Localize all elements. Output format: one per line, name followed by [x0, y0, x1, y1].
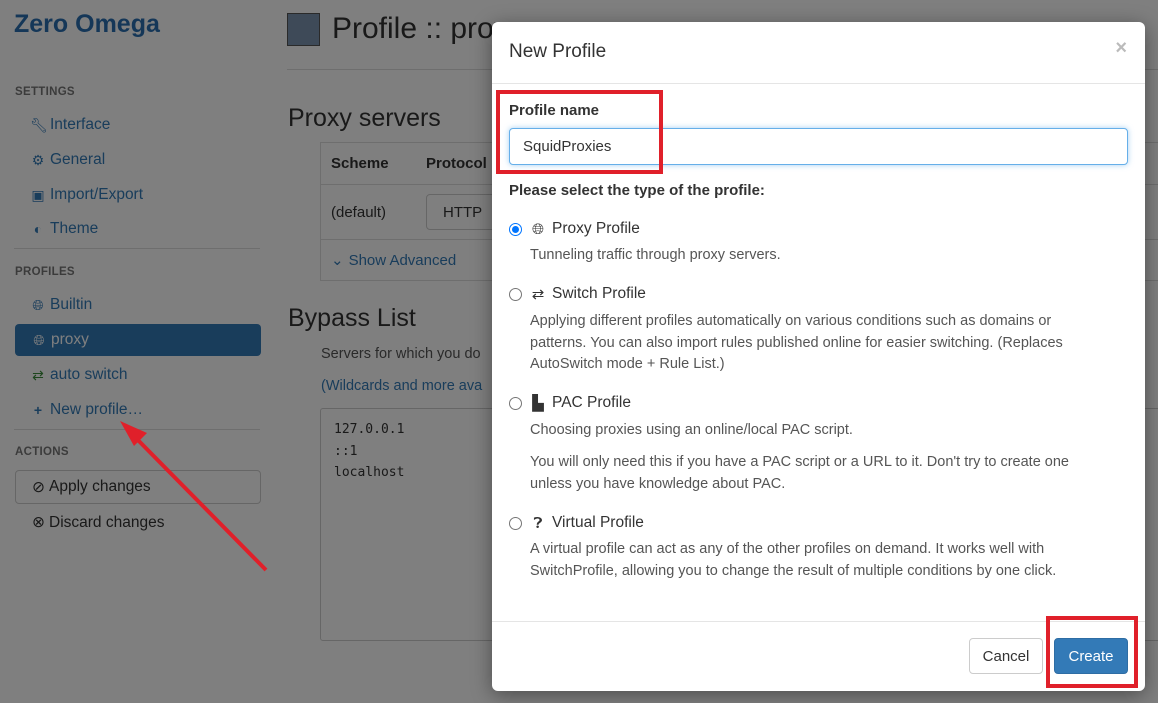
- option-label: Virtual Profile: [552, 514, 644, 531]
- option-label: Proxy Profile: [552, 220, 640, 237]
- proxy-profile-radio[interactable]: [509, 222, 522, 236]
- close-icon[interactable]: ×: [1115, 37, 1127, 60]
- proxy-profile-description: Tunneling traffic through proxy servers.: [530, 247, 781, 263]
- retweet-icon: ⇄: [531, 286, 545, 303]
- profile-name-input[interactable]: [509, 128, 1128, 165]
- dialog-footer-divider: [492, 621, 1145, 622]
- create-button[interactable]: Create: [1054, 638, 1128, 674]
- option-label: PAC Profile: [552, 394, 631, 411]
- switch-profile-option[interactable]: ⇄ Switch Profile: [509, 285, 646, 303]
- profile-type-label: Please select the type of the profile:: [509, 182, 765, 199]
- virtual-profile-radio[interactable]: [509, 516, 522, 530]
- pac-profile-description: Choosing proxies using an online/local P…: [530, 422, 853, 438]
- new-profile-dialog: New Profile × Profile name Please select…: [492, 22, 1145, 691]
- virtual-profile-option[interactable]: ❓︎ Virtual Profile: [509, 514, 644, 532]
- dialog-header: New Profile ×: [492, 22, 1145, 84]
- cancel-button[interactable]: Cancel: [969, 638, 1043, 674]
- question-icon: ❓︎: [533, 514, 543, 532]
- pac-profile-radio[interactable]: [509, 396, 522, 410]
- file-icon: ▙: [532, 395, 544, 412]
- globe-icon: 🌐︎: [531, 220, 544, 238]
- virtual-profile-description: A virtual profile can act as any of the …: [530, 541, 1057, 579]
- dialog-title: New Profile: [509, 41, 607, 62]
- pac-profile-note: You will only need this if you have a PA…: [530, 454, 1069, 492]
- profile-name-label: Profile name: [509, 102, 600, 119]
- pac-profile-option[interactable]: ▙ PAC Profile: [509, 394, 631, 412]
- switch-profile-description: Applying different profiles automaticall…: [530, 313, 1063, 372]
- switch-profile-radio[interactable]: [509, 287, 522, 301]
- proxy-profile-option[interactable]: 🌐︎ Proxy Profile: [509, 220, 640, 238]
- option-label: Switch Profile: [552, 285, 646, 302]
